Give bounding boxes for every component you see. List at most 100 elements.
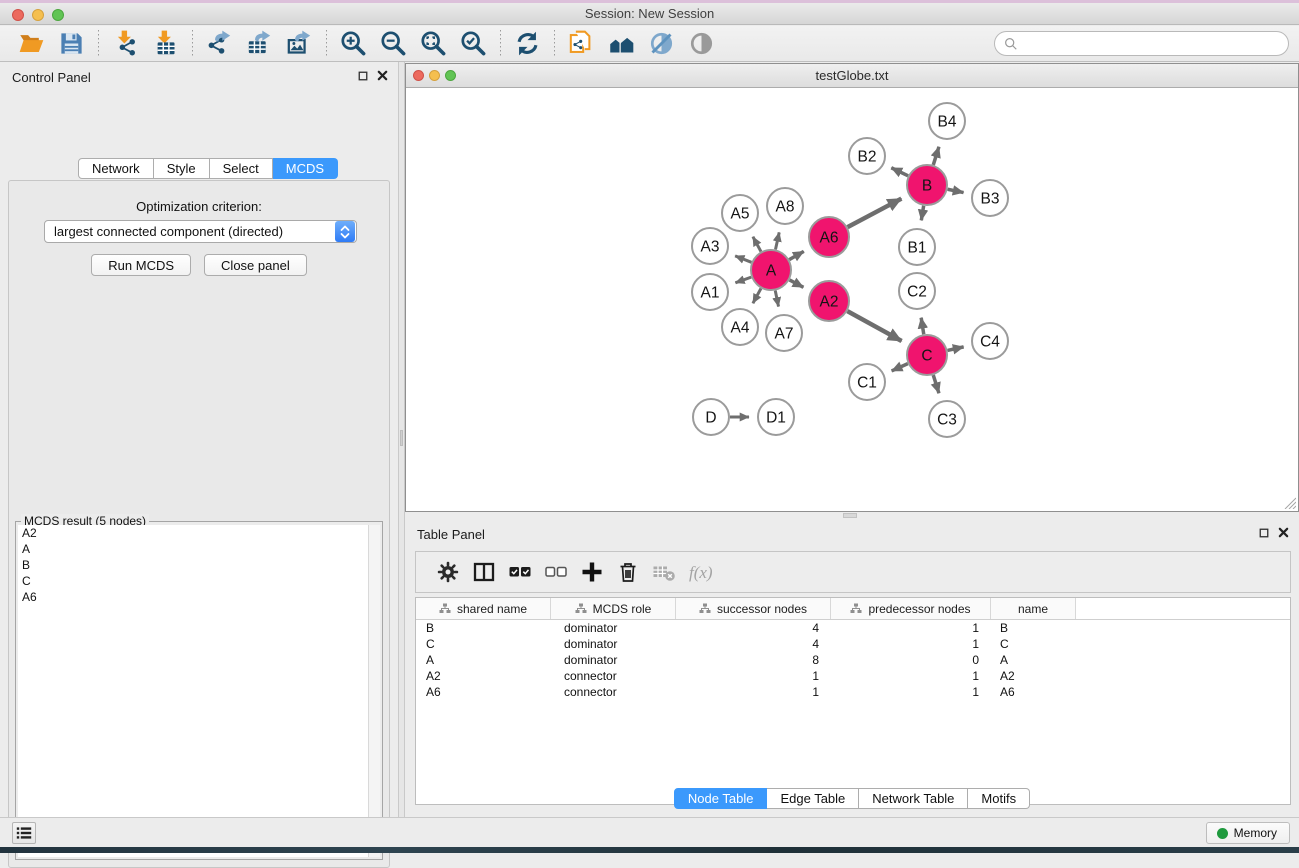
- graph-edge-B-B1[interactable]: [921, 206, 923, 221]
- graph-edge-A-A1[interactable]: [735, 277, 751, 283]
- graph-node-A4[interactable]: A4: [722, 309, 758, 345]
- graph-node-B3[interactable]: B3: [972, 180, 1008, 216]
- open-folder-button[interactable]: [14, 29, 48, 59]
- run-mcds-button[interactable]: Run MCDS: [91, 254, 191, 276]
- hide-panel-button[interactable]: [644, 29, 678, 59]
- tab-edge-table[interactable]: Edge Table: [767, 788, 859, 809]
- graph-edge-A-A4[interactable]: [753, 288, 761, 303]
- table-row[interactable]: Cdominator41C: [416, 636, 1290, 652]
- vertical-splitter[interactable]: [398, 62, 405, 817]
- result-list-scrollbar[interactable]: [368, 525, 380, 857]
- plus-button[interactable]: [574, 556, 610, 588]
- horizontal-splitter[interactable]: [405, 512, 1299, 519]
- graph-node-A2[interactable]: A2: [809, 281, 849, 321]
- save-button[interactable]: [54, 29, 88, 59]
- graph-edge-A-A8[interactable]: [775, 232, 779, 249]
- graph-node-A1[interactable]: A1: [692, 274, 728, 310]
- search-input[interactable]: [1018, 34, 1288, 54]
- eye-button[interactable]: [684, 29, 718, 59]
- tab-mcds[interactable]: MCDS: [273, 158, 338, 179]
- graph-node-B4[interactable]: B4: [929, 103, 965, 139]
- graph-edge-A-A6[interactable]: [789, 251, 804, 259]
- tab-motifs[interactable]: Motifs: [968, 788, 1030, 809]
- splitter-grip[interactable]: [400, 430, 403, 446]
- graph-node-A3[interactable]: A3: [692, 228, 728, 264]
- graph-node-A7[interactable]: A7: [766, 315, 802, 351]
- tab-node-table[interactable]: Node Table: [674, 788, 768, 809]
- memory-button[interactable]: Memory: [1206, 822, 1290, 844]
- graph-node-C1[interactable]: C1: [849, 364, 885, 400]
- result-list-item[interactable]: B: [18, 557, 368, 573]
- graph-edge-C-C1[interactable]: [892, 364, 908, 371]
- graph-node-C4[interactable]: C4: [972, 323, 1008, 359]
- graph-node-B[interactable]: B: [907, 165, 947, 205]
- export-table-button[interactable]: [242, 29, 276, 59]
- zoom-selected-button[interactable]: [456, 29, 490, 59]
- zoom-in-button[interactable]: [336, 29, 370, 59]
- graph-node-B1[interactable]: B1: [899, 229, 935, 265]
- graph-node-A5[interactable]: A5: [722, 195, 758, 231]
- table-row[interactable]: Bdominator41B: [416, 620, 1290, 636]
- task-list-button[interactable]: [12, 822, 36, 844]
- graph-edge-C-C4[interactable]: [947, 347, 963, 351]
- result-list-item[interactable]: C: [18, 573, 368, 589]
- resize-grip-icon[interactable]: [1282, 495, 1296, 509]
- refresh-button[interactable]: [510, 29, 544, 59]
- close-panel-icon[interactable]: [377, 70, 388, 81]
- trash-button[interactable]: [610, 556, 646, 588]
- graph-node-C[interactable]: C: [907, 335, 947, 375]
- graph-node-C2[interactable]: C2: [899, 273, 935, 309]
- network-canvas[interactable]: A A6 A2 B C A5A8 A3 A1A4A7 B2 B4 B3 B1 C2 C4 C1 C3 D D1: [406, 88, 1298, 511]
- zoom-out-button[interactable]: [376, 29, 410, 59]
- graph-edge-A-A3[interactable]: [735, 256, 751, 262]
- graph-edge-C-C2[interactable]: [921, 318, 924, 335]
- graph-edge-A-A5[interactable]: [753, 237, 761, 252]
- unchecked-pair-button[interactable]: [538, 556, 574, 588]
- graph-node-A8[interactable]: A8: [767, 188, 803, 224]
- tab-network[interactable]: Network: [78, 158, 154, 179]
- home-button[interactable]: [604, 29, 638, 59]
- graph-node-D1[interactable]: D1: [758, 399, 794, 435]
- column-header-predecessor-nodes[interactable]: predecessor nodes: [831, 598, 991, 619]
- column-split-button[interactable]: [466, 556, 502, 588]
- result-list-item[interactable]: A: [18, 541, 368, 557]
- graph-node-C3[interactable]: C3: [929, 401, 965, 437]
- graph-edge-B-B3[interactable]: [948, 189, 964, 192]
- tab-select[interactable]: Select: [210, 158, 273, 179]
- tab-style[interactable]: Style: [154, 158, 210, 179]
- optimization-select[interactable]: largest connected component (directed): [44, 220, 357, 243]
- graph-edge-C-C3[interactable]: [933, 375, 939, 393]
- import-network-button[interactable]: [108, 29, 142, 59]
- table-row[interactable]: A2connector11A2: [416, 668, 1290, 684]
- graph-edge-B-B4[interactable]: [933, 147, 939, 165]
- graph-node-A6[interactable]: A6: [809, 217, 849, 257]
- float-panel-icon[interactable]: [1259, 528, 1269, 538]
- result-list-item[interactable]: A6: [18, 589, 368, 605]
- close-panel-button[interactable]: Close panel: [204, 254, 307, 276]
- table-row[interactable]: Adominator80A: [416, 652, 1290, 668]
- network-window-titlebar[interactable]: testGlobe.txt: [406, 64, 1298, 88]
- float-panel-icon[interactable]: [358, 71, 368, 81]
- graph-node-B2[interactable]: B2: [849, 138, 885, 174]
- network-file-button[interactable]: [564, 29, 598, 59]
- export-network-button[interactable]: [202, 29, 236, 59]
- graph-edge-A-A7[interactable]: [775, 291, 778, 307]
- graph-edge-A-A2[interactable]: [790, 280, 804, 287]
- graph-node-D[interactable]: D: [693, 399, 729, 435]
- export-image-button[interactable]: [282, 29, 316, 59]
- close-panel-icon[interactable]: [1278, 527, 1289, 538]
- graph-edge-A2-C[interactable]: [847, 311, 901, 341]
- tab-network-table[interactable]: Network Table: [859, 788, 968, 809]
- graph-node-A[interactable]: A: [751, 250, 791, 290]
- gear-button[interactable]: [430, 556, 466, 588]
- zoom-fit-button[interactable]: [416, 29, 450, 59]
- table-row[interactable]: A6connector11A6: [416, 684, 1290, 700]
- splitter-grip[interactable]: [843, 513, 857, 518]
- checked-pair-button[interactable]: [502, 556, 538, 588]
- graph-edge-A6-B[interactable]: [848, 199, 902, 228]
- column-header-MCDS-role[interactable]: MCDS role: [551, 598, 676, 619]
- result-list-item[interactable]: A2: [18, 525, 368, 541]
- import-table-button[interactable]: [148, 29, 182, 59]
- column-header-shared-name[interactable]: shared name: [416, 598, 551, 619]
- column-header-successor-nodes[interactable]: successor nodes: [676, 598, 831, 619]
